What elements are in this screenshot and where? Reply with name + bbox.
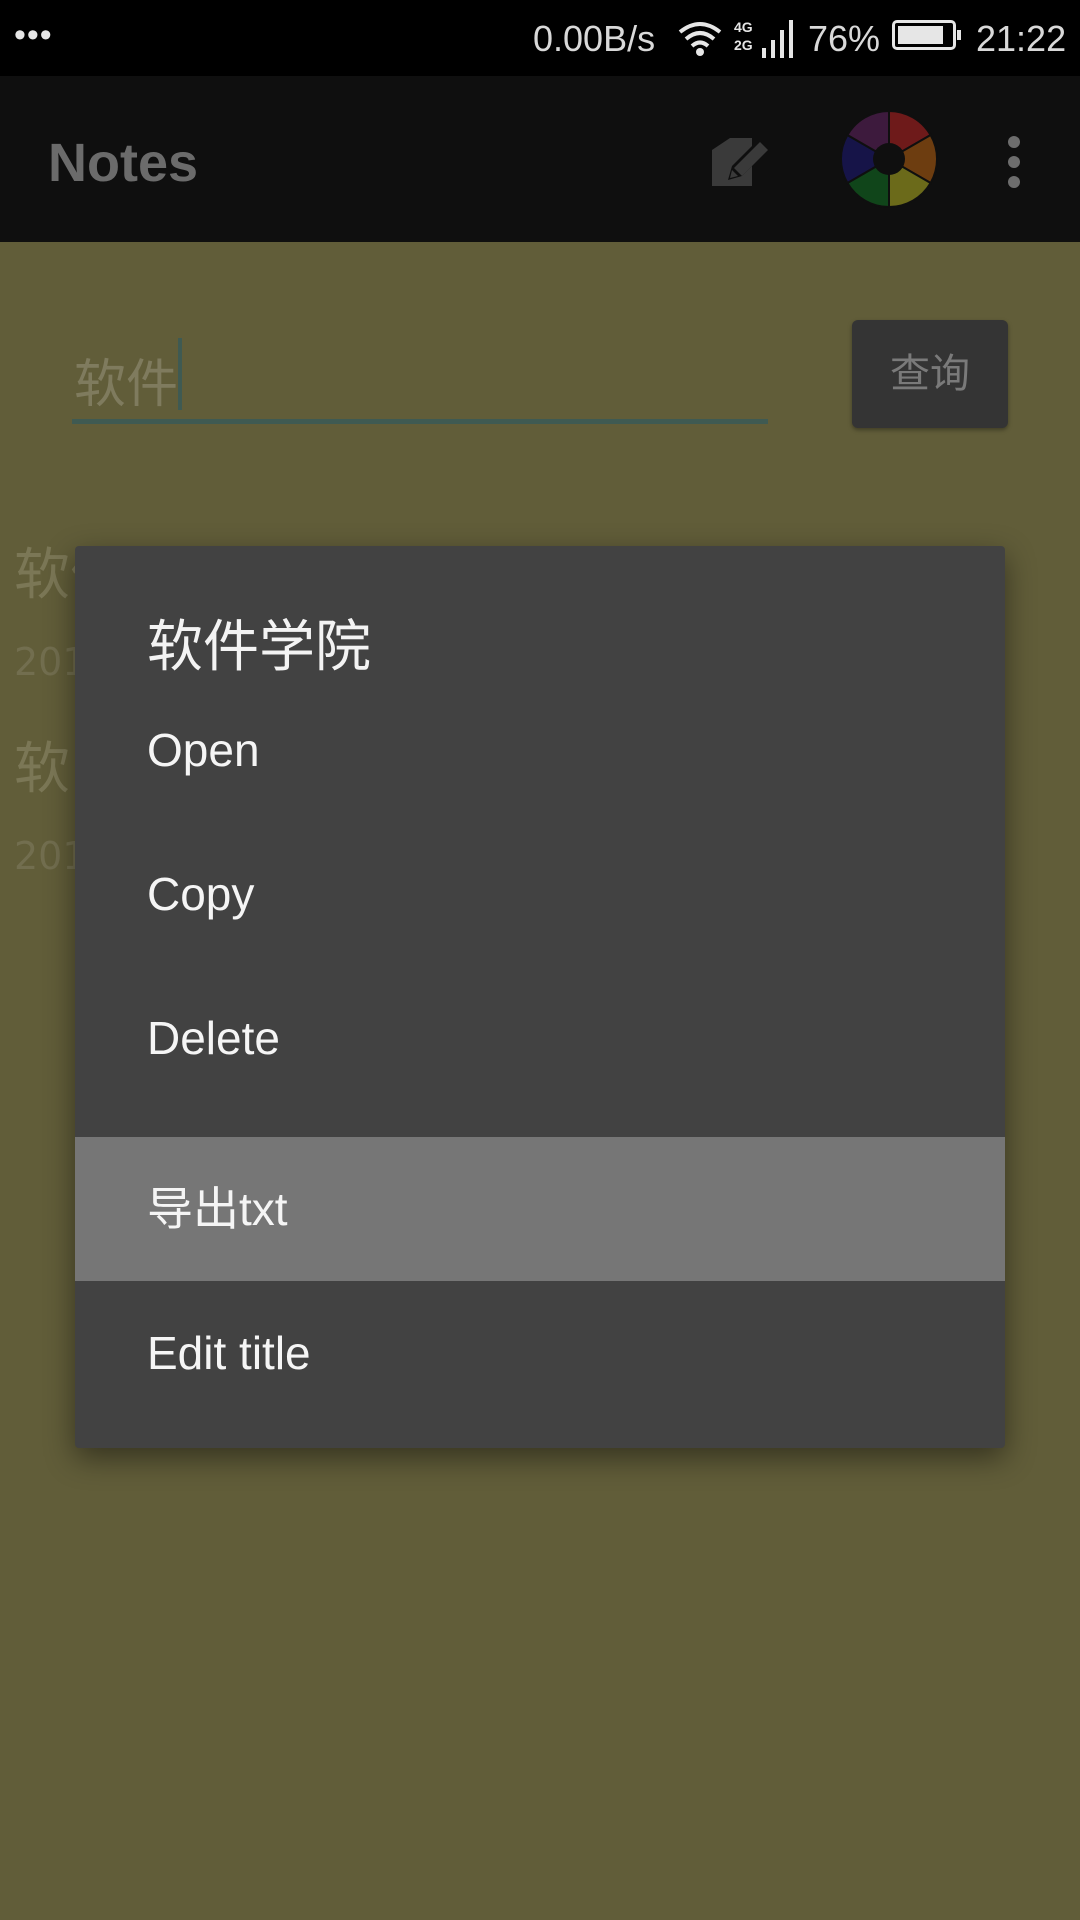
network-speed: 0.00B/s: [533, 18, 656, 59]
app-title: Notes: [48, 133, 199, 193]
menu-item-export-txt[interactable]: 导出txt: [75, 1137, 1005, 1281]
battery-icon: [892, 20, 961, 50]
color-palette-icon[interactable]: [838, 108, 940, 210]
menu-item-edit-title[interactable]: Edit title: [75, 1281, 1005, 1425]
status-bar: ••• 0.00B/s 4G 2G 76% 21:22: [0, 0, 1080, 76]
overflow-menu-icon[interactable]: [996, 130, 1032, 190]
query-button[interactable]: 查询: [852, 320, 1008, 428]
dialog-title: 软件学院: [147, 615, 371, 680]
battery-percent: 76%: [808, 18, 881, 59]
menu-item-open[interactable]: Open: [75, 678, 1005, 822]
note-title: 软: [14, 737, 70, 802]
list-item[interactable]: 软: [14, 724, 70, 805]
action-bar: Notes: [0, 76, 1080, 242]
wifi-icon: [678, 22, 722, 56]
search-input-value: 软件: [74, 355, 179, 415]
signal-bars-icon: [762, 20, 793, 58]
search-input[interactable]: 软件: [72, 338, 768, 424]
clock: 21:22: [976, 18, 1067, 59]
text-cursor: [178, 338, 182, 410]
menu-item-copy[interactable]: Copy: [75, 822, 1005, 966]
network-label-2g: 2G: [734, 37, 753, 53]
edit-note-icon[interactable]: [708, 132, 770, 190]
notification-dots-icon: •••: [14, 16, 53, 54]
context-menu-dialog: 软件学院 Open Copy Delete 导出txt Edit title: [75, 546, 1005, 1448]
network-label-4g: 4G: [734, 19, 753, 35]
mobile-signal: 4G 2G: [734, 18, 794, 60]
menu-item-delete[interactable]: Delete: [75, 966, 1005, 1110]
